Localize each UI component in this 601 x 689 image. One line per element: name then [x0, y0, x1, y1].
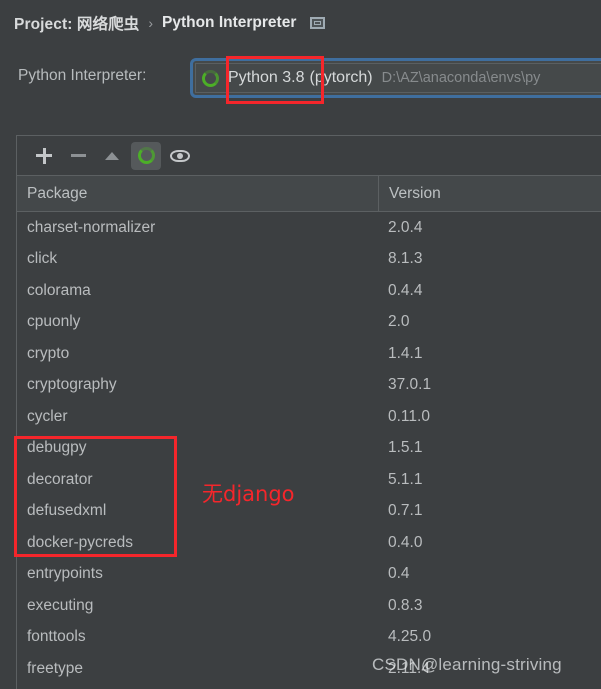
- interpreter-name: Python 3.8: [228, 69, 305, 86]
- breadcrumb-project[interactable]: Project: 网络爬虫: [14, 12, 139, 34]
- interpreter-row: Python Interpreter: Python 3.8 (pytorch)…: [0, 56, 601, 104]
- table-row[interactable]: entrypoints 0.4: [17, 559, 601, 591]
- table-row[interactable]: cycler 0.11.0: [17, 401, 601, 433]
- package-name: click: [27, 250, 58, 268]
- column-header-version[interactable]: Version: [378, 176, 600, 211]
- interpreter-env: (pytorch): [309, 69, 373, 86]
- package-name: decorator: [27, 470, 93, 488]
- package-version: 0.8.3: [388, 596, 423, 614]
- interpreter-path: D:\AZ\anaconda\envs\py: [381, 70, 541, 86]
- package-version: 5.1.1: [388, 470, 423, 488]
- minus-icon: [70, 154, 86, 157]
- packages-table-body[interactable]: charset-normalizer 2.0.4 click 8.1.3 coloram…: [17, 212, 601, 685]
- table-row[interactable]: docker-pycreds 0.4.0: [17, 527, 601, 559]
- breadcrumb: Project: 网络爬虫 › Python Interpreter: [0, 0, 601, 45]
- show-early-releases-button[interactable]: [165, 142, 195, 170]
- interpreter-label: Python Interpreter:: [18, 67, 147, 84]
- package-name: colorama: [27, 281, 91, 299]
- pycharm-python-interpreter-settings: Project: 网络爬虫 › Python Interpreter Pytho…: [0, 0, 601, 689]
- packages-table-header: Package Version: [17, 176, 601, 212]
- package-version: 0.4: [388, 565, 410, 583]
- package-version: 1.5.1: [388, 439, 423, 457]
- window-icon[interactable]: [310, 16, 326, 29]
- package-name: fonttools: [27, 628, 86, 646]
- breadcrumb-current-page: Python Interpreter: [162, 13, 297, 31]
- packages-panel: Package Version charset-normalizer 2.0.4 c…: [16, 135, 601, 689]
- loading-spinner-icon: [202, 69, 219, 87]
- table-row[interactable]: charset-normalizer 2.0.4: [17, 212, 601, 244]
- plus-icon: [36, 147, 52, 164]
- table-row[interactable]: cryptography 37.0.1: [17, 370, 601, 402]
- eye-icon: [170, 149, 190, 162]
- interpreter-combobox[interactable]: Python 3.8 (pytorch) D:\AZ\anaconda\envs…: [190, 58, 601, 98]
- packages-toolbar: [17, 136, 601, 176]
- package-version: 0.4.4: [388, 281, 423, 299]
- table-row[interactable]: defusedxml 0.7.1: [17, 496, 601, 528]
- remove-package-button[interactable]: [63, 142, 93, 170]
- add-package-button[interactable]: [29, 142, 59, 170]
- package-name: executing: [27, 596, 94, 614]
- column-header-package[interactable]: Package: [17, 185, 378, 203]
- loading-spinner-icon: [137, 147, 155, 164]
- package-version: 8.1.3: [388, 250, 423, 268]
- annotation-text-no-django: 无django: [202, 482, 295, 506]
- table-row[interactable]: executing 0.8.3: [17, 590, 601, 622]
- table-row[interactable]: click 8.1.3: [17, 244, 601, 276]
- window-icon-inner: [314, 20, 322, 25]
- package-version: 4.25.0: [388, 628, 432, 646]
- package-name: cryptography: [27, 376, 117, 394]
- interpreter-combobox-inner[interactable]: Python 3.8 (pytorch) D:\AZ\anaconda\envs…: [195, 63, 601, 93]
- package-name: cycler: [27, 407, 68, 425]
- loading-indicator-button[interactable]: [131, 141, 161, 170]
- table-row[interactable]: colorama 0.4.4: [17, 275, 601, 307]
- package-version: 2.0: [388, 313, 410, 331]
- package-name: freetype: [27, 659, 84, 677]
- package-name: entrypoints: [27, 565, 103, 583]
- package-name: cpuonly: [27, 313, 81, 331]
- eye-pupil-icon: [177, 152, 183, 159]
- triangle-up-icon: [105, 151, 119, 160]
- package-version: 0.7.1: [388, 502, 423, 520]
- package-name: debugpy: [27, 439, 87, 457]
- package-version: 0.11.0: [388, 407, 430, 425]
- breadcrumb-separator: ›: [148, 14, 153, 31]
- table-row[interactable]: crypto 1.4.1: [17, 338, 601, 370]
- package-version: 37.0.1: [388, 376, 432, 394]
- package-name: docker-pycreds: [27, 533, 133, 551]
- table-row[interactable]: debugpy 1.5.1: [17, 433, 601, 465]
- package-version: 1.4.1: [388, 344, 423, 362]
- package-name: crypto: [27, 344, 70, 362]
- table-row[interactable]: decorator 5.1.1: [17, 464, 601, 496]
- package-name: charset-normalizer: [27, 218, 156, 236]
- table-row[interactable]: fonttools 4.25.0: [17, 622, 601, 654]
- package-name: defusedxml: [27, 502, 107, 520]
- table-row[interactable]: cpuonly 2.0: [17, 307, 601, 339]
- upgrade-package-button[interactable]: [97, 142, 127, 170]
- package-version: 2.0.4: [388, 218, 423, 236]
- watermark: CSDN@learning-striving: [372, 655, 562, 674]
- package-version: 0.4.0: [388, 533, 423, 551]
